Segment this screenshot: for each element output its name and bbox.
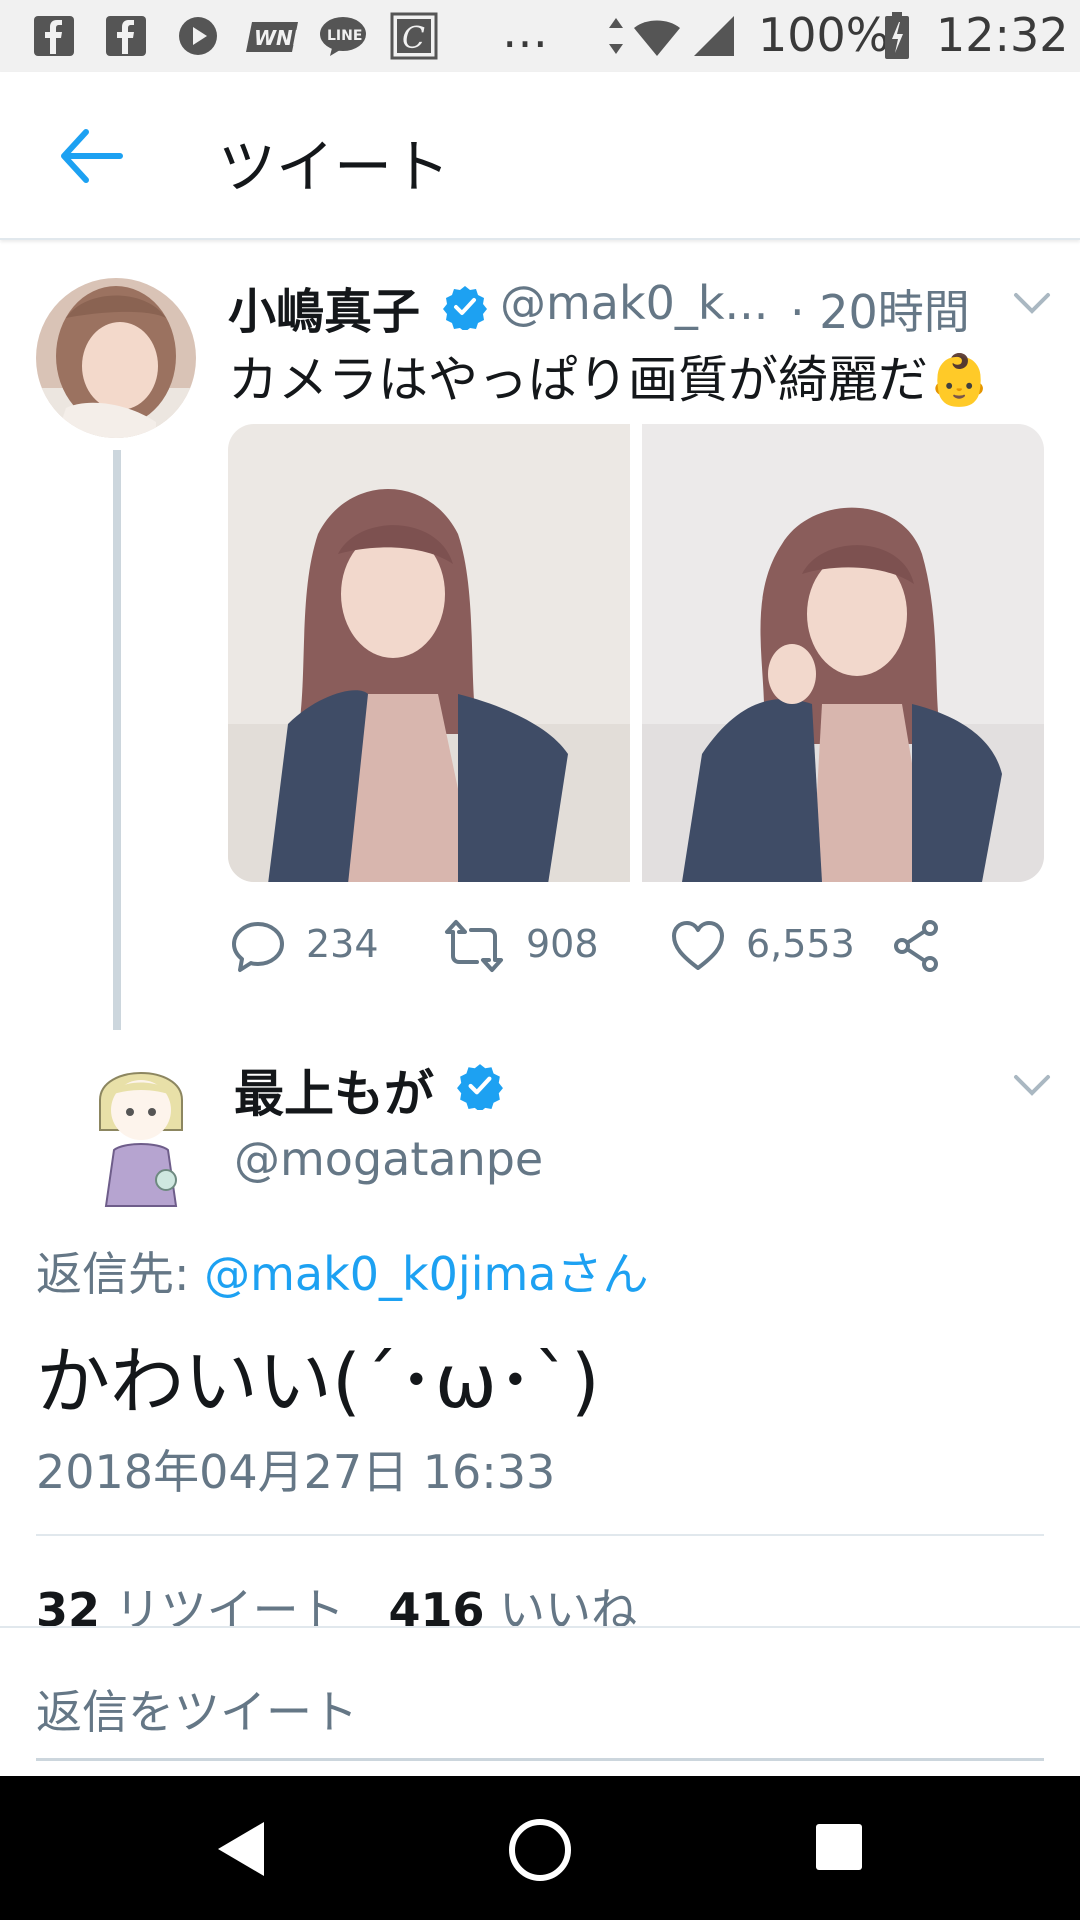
line-icon: LINE	[320, 17, 366, 56]
facebook-icon	[34, 16, 74, 56]
reply-mention-link[interactable]: @mak0_k0jimaさん	[204, 1247, 648, 1301]
retweet-icon[interactable]	[444, 918, 504, 974]
retweet-count: 908	[526, 922, 599, 966]
tweet2-handle[interactable]: @mogatanpe	[234, 1132, 543, 1186]
data-arrows-icon	[609, 18, 623, 54]
reply-input[interactable]: 返信をツイート	[36, 1676, 358, 1742]
notification-overflow: …	[502, 4, 548, 58]
tweet1-photo-1[interactable]	[228, 424, 630, 882]
tweet2-datetime: 2018年04月27日 16:33	[36, 1445, 556, 1499]
chevron-down-icon[interactable]	[1012, 1072, 1052, 1098]
divider	[36, 1534, 1044, 1536]
tweet2-text: かわいい(´･ω･`)	[36, 1339, 600, 1425]
avatar-mako[interactable]	[36, 278, 196, 438]
nav-home-icon[interactable]	[506, 1816, 574, 1884]
status-bar: WNI LINE C … 100% 12:32	[0, 0, 1080, 72]
svg-text:WNI: WNI	[254, 26, 298, 50]
svg-text:LINE: LINE	[327, 28, 362, 44]
avatar-moga[interactable]	[86, 1040, 196, 1210]
tweet1-display-name[interactable]: 小嶋真子	[228, 272, 420, 342]
share-icon[interactable]	[892, 918, 942, 974]
reply-to-label: 返信先:	[36, 1247, 190, 1301]
wni-icon: WNI	[246, 22, 298, 52]
signal-icon	[694, 16, 734, 56]
battery-icon	[885, 12, 909, 59]
svg-text:C: C	[402, 21, 425, 56]
photo-image	[642, 424, 1044, 882]
reply-to-line: 返信先: @mak0_k0jimaさん	[36, 1238, 649, 1304]
android-nav-bar	[0, 1776, 1080, 1920]
verified-badge-icon	[457, 1064, 503, 1110]
c-app-icon: C	[390, 12, 438, 60]
reply-icon[interactable]	[230, 918, 286, 974]
back-arrow-icon[interactable]	[56, 124, 126, 188]
app-header: ツイート	[0, 72, 1080, 240]
reply-input-underline	[36, 1758, 1044, 1761]
photo-image	[228, 424, 630, 882]
chevron-down-icon[interactable]	[1012, 290, 1052, 316]
avatar-image	[36, 278, 196, 438]
tweet1-photo-2[interactable]	[642, 424, 1044, 882]
reply-count: 234	[306, 922, 379, 966]
nav-back-icon[interactable]	[212, 1818, 270, 1880]
page-title: ツイート	[218, 133, 451, 201]
nav-recents-icon[interactable]	[814, 1822, 864, 1872]
tweet2-display-name[interactable]: 最上もが	[234, 1054, 434, 1126]
like-count: 6,553	[746, 922, 855, 966]
reply-bar: 返信をツイート	[0, 1626, 1080, 1776]
facebook-icon	[106, 16, 146, 56]
heart-icon[interactable]	[670, 918, 726, 974]
verified-badge-icon	[443, 286, 487, 330]
tweet1-handle[interactable]: @mak0_k...	[500, 276, 768, 330]
battery-percent: 100%	[758, 8, 890, 62]
play-icon	[179, 17, 217, 55]
wifi-icon	[634, 20, 680, 56]
tweet1-timestamp: · 20時間	[790, 285, 970, 339]
clock: 12:32	[936, 8, 1069, 62]
tweet1-text: カメラはやっぱり画質が綺麗だ👶	[228, 351, 991, 409]
thread-line	[113, 450, 121, 1030]
avatar-image	[86, 1040, 196, 1210]
